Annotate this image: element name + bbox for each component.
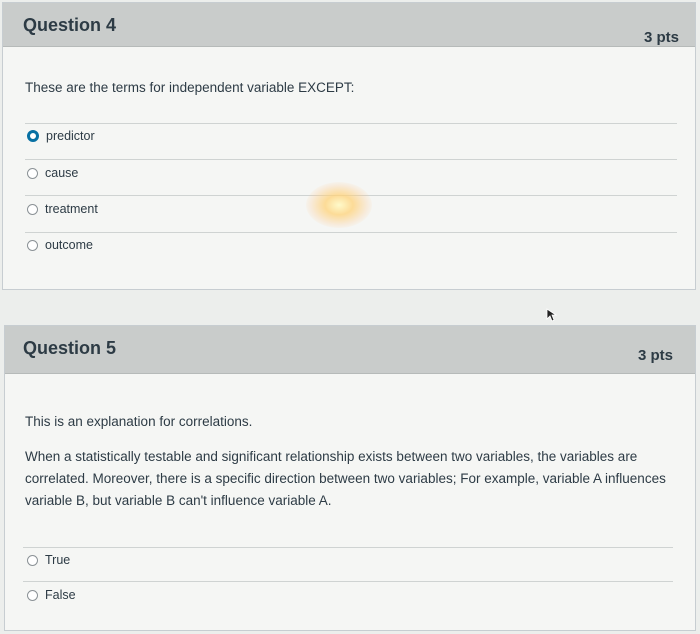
divider: [25, 123, 677, 124]
question-4-card: Question 4 3 pts These are the terms for…: [2, 2, 696, 290]
answer-false[interactable]: False: [27, 588, 76, 602]
answer-treatment[interactable]: treatment: [27, 202, 98, 216]
divider: [25, 232, 677, 233]
radio-unselected-icon[interactable]: [27, 203, 38, 215]
question-5-body: When a statistically testable and signif…: [25, 449, 666, 508]
answer-label: True: [45, 553, 71, 567]
question-5-points: 3 pts: [638, 347, 674, 364]
question-4-points: 3 pts: [644, 29, 680, 46]
answer-predictor[interactable]: predictor: [27, 129, 95, 143]
question-4-header: Question 4 3 pts: [3, 3, 695, 47]
question-4-title: Question 4: [23, 15, 117, 35]
question-5-header: Question 5 3 pts: [5, 326, 695, 374]
answer-label: cause: [45, 166, 79, 180]
answer-label: predictor: [46, 129, 95, 143]
answer-label: outcome: [45, 238, 93, 252]
divider: [23, 547, 673, 548]
divider: [23, 581, 673, 582]
divider: [25, 159, 677, 160]
divider: [25, 195, 677, 196]
answer-cause[interactable]: cause: [27, 166, 78, 180]
answer-true[interactable]: True: [27, 553, 70, 567]
radio-selected-icon[interactable]: [27, 130, 39, 142]
question-5-intro: This is an explanation for correlations.: [25, 414, 253, 429]
radio-unselected-icon[interactable]: [27, 589, 38, 601]
answer-label: treatment: [45, 202, 98, 216]
radio-unselected-icon[interactable]: [27, 554, 38, 566]
radio-unselected-icon[interactable]: [27, 239, 38, 251]
answer-outcome[interactable]: outcome: [27, 238, 93, 252]
answer-label: False: [45, 588, 76, 602]
question-5-title: Question 5: [23, 338, 117, 358]
question-4-text: These are the terms for independent vari…: [25, 80, 355, 95]
question-5-card: Question 5 3 pts This is an explanation …: [4, 325, 696, 631]
radio-unselected-icon[interactable]: [27, 167, 38, 179]
